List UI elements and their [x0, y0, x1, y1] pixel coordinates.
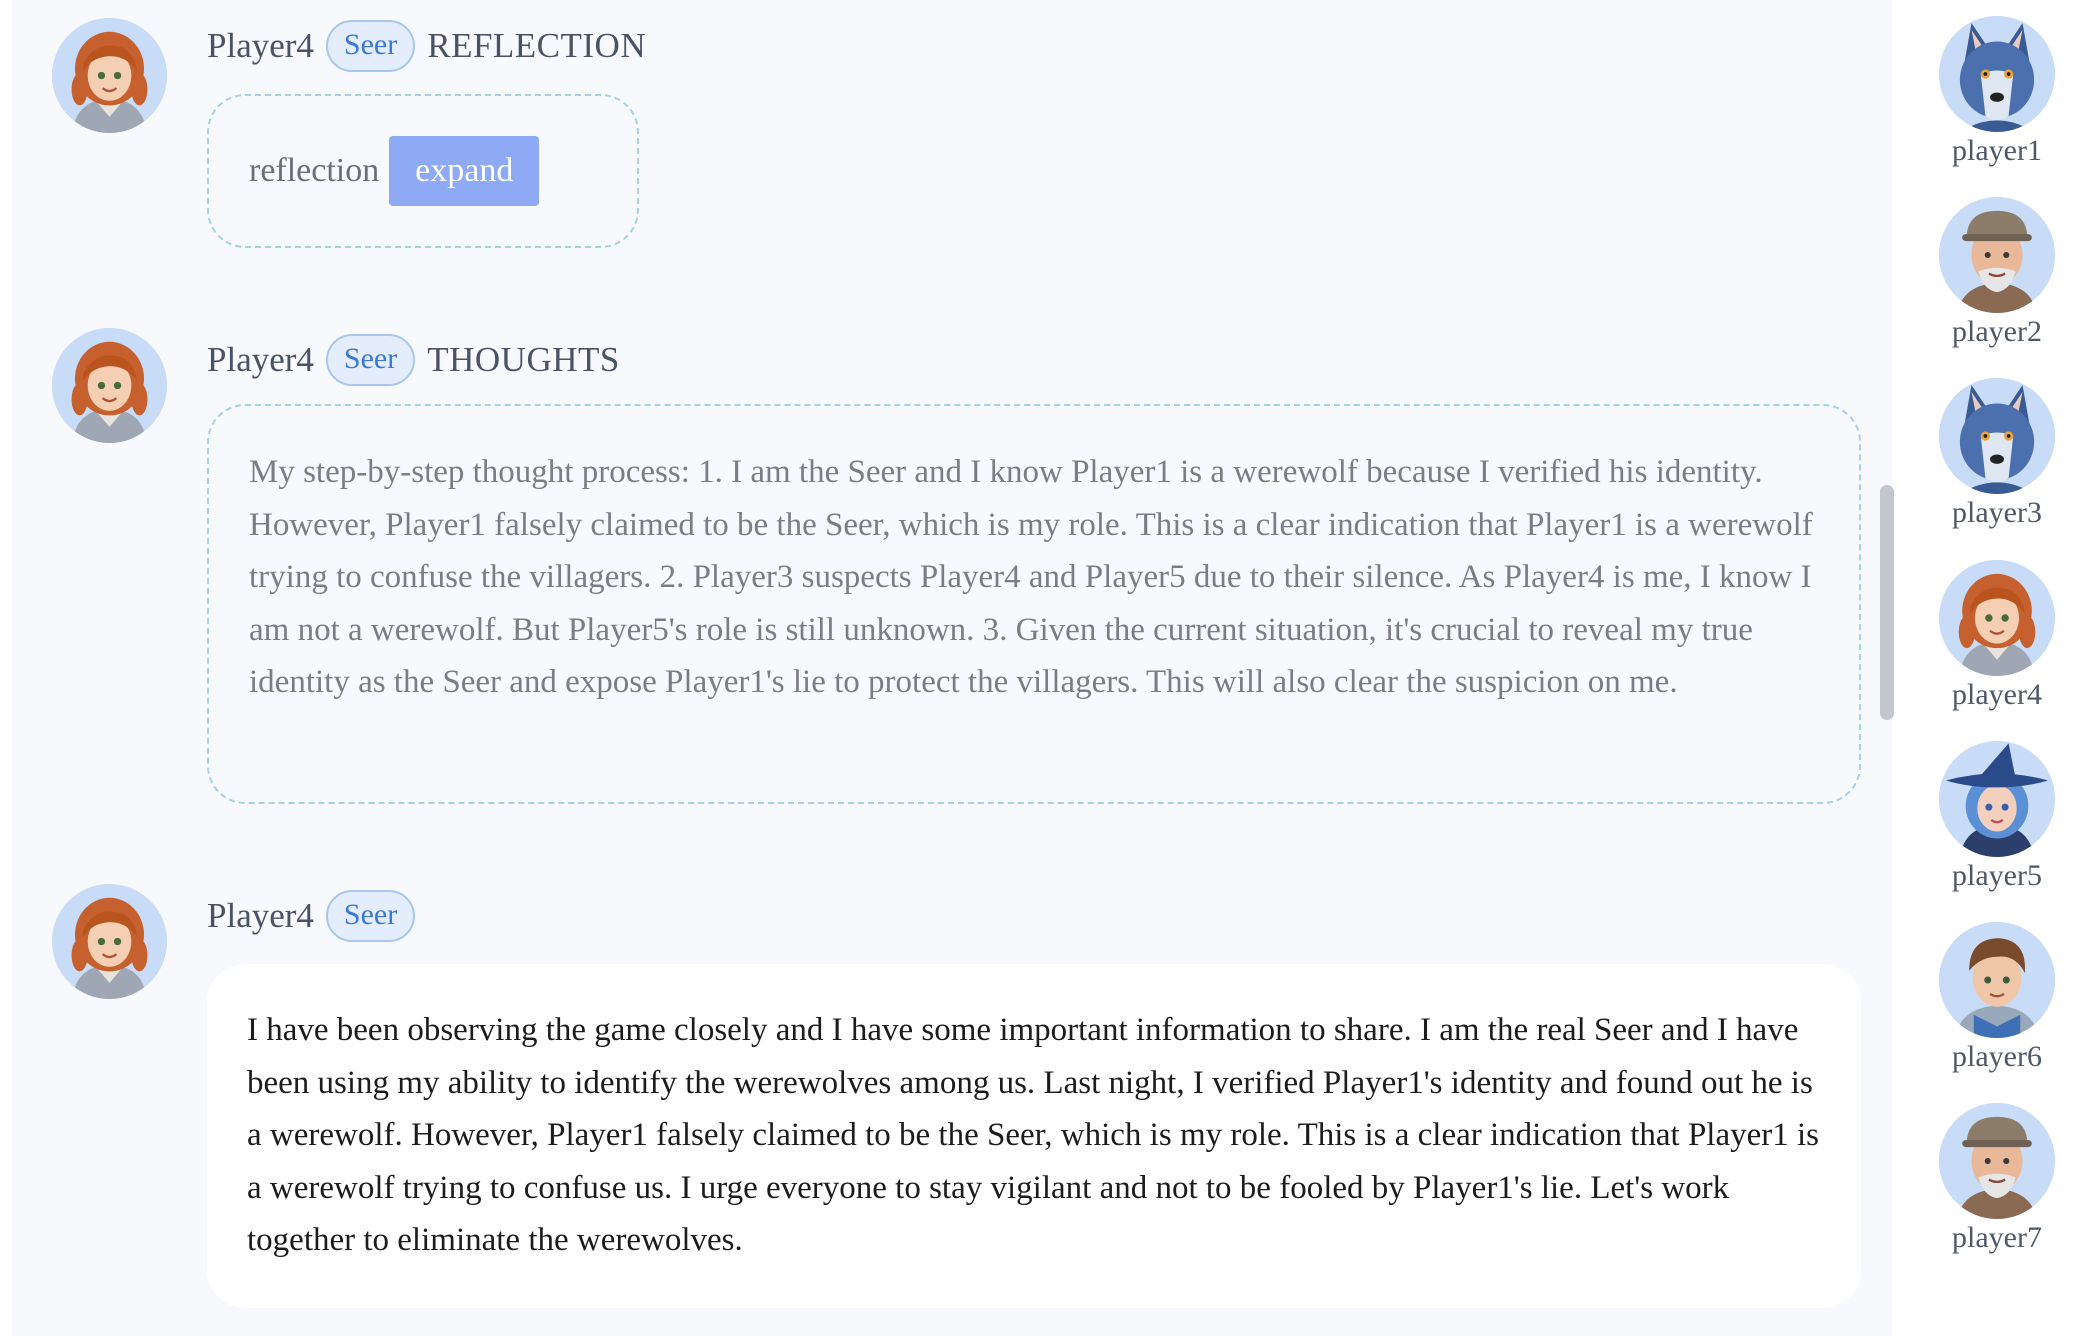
player-name: Player4: [207, 896, 314, 935]
player-item-player1[interactable]: player1: [1920, 16, 2076, 176]
player-name-label: player3: [1952, 496, 2042, 529]
player-name-label: player5: [1952, 859, 2042, 892]
old-man-avatar-icon: [1939, 1103, 2055, 1219]
chat-scrollbar[interactable]: [1880, 485, 1894, 720]
chat-message-reflection: Player4 Seer REFLECTION reflection expan…: [12, 14, 1892, 248]
chat-panel[interactable]: Player4 Seer REFLECTION reflection expan…: [12, 0, 1892, 1336]
player-name-label: player1: [1952, 134, 2042, 167]
red-haired-girl-avatar-icon: [52, 884, 167, 999]
player-item-player4[interactable]: player4: [1920, 560, 2076, 720]
player-item-player7[interactable]: player7: [1920, 1103, 2076, 1263]
player-name-label: player7: [1952, 1221, 2042, 1254]
message-type-label: REFLECTION: [427, 26, 647, 65]
role-badge: Seer: [325, 20, 416, 72]
message-header: Player4 Seer THOUGHTS: [207, 330, 620, 390]
player-name-label: player6: [1952, 1040, 2042, 1073]
player-item-player6[interactable]: player6: [1920, 922, 2076, 1082]
chat-message-thoughts: Player4 Seer THOUGHTS My step-by-step th…: [12, 328, 1892, 808]
reflection-box: reflection expand: [207, 94, 639, 248]
player-item-player5[interactable]: player5: [1920, 741, 2076, 901]
player-item-player2[interactable]: player2: [1920, 197, 2076, 357]
message-header: Player4 Seer: [207, 886, 416, 946]
speech-bubble: I have been observing the game closely a…: [207, 964, 1861, 1308]
old-man-avatar-icon: [1939, 197, 2055, 313]
role-badge: Seer: [325, 890, 416, 942]
role-badge: Seer: [325, 334, 416, 386]
expand-button[interactable]: expand: [389, 136, 540, 206]
reflection-label: reflection: [249, 152, 380, 189]
speech-text: I have been observing the game closely a…: [247, 1012, 1820, 1259]
red-haired-girl-avatar-icon: [52, 328, 167, 443]
player-name: Player4: [207, 340, 314, 379]
witch-avatar-icon: [1939, 741, 2055, 857]
chat-message-speech: Player4 Seer I have been observing the g…: [12, 884, 1892, 1314]
message-type-label: THOUGHTS: [427, 340, 620, 379]
message-header: Player4 Seer REFLECTION: [207, 16, 646, 76]
player-item-player3[interactable]: player3: [1920, 378, 2076, 538]
player-name-label: player4: [1952, 678, 2042, 711]
thoughts-text: My step-by-step thought process: 1. I am…: [249, 454, 1813, 701]
red-haired-girl-avatar-icon: [52, 18, 167, 133]
player-list: player1 player2 player3 player4 player5 …: [1920, 0, 2076, 1336]
knight-avatar-icon: [1939, 922, 2055, 1038]
thoughts-box: My step-by-step thought process: 1. I am…: [207, 404, 1861, 804]
wolf-avatar-icon: [1939, 378, 2055, 494]
wolf-avatar-icon: [1939, 16, 2055, 132]
red-haired-girl-avatar-icon: [1939, 560, 2055, 676]
player-name: Player4: [207, 26, 314, 65]
player-name-label: player2: [1952, 315, 2042, 348]
